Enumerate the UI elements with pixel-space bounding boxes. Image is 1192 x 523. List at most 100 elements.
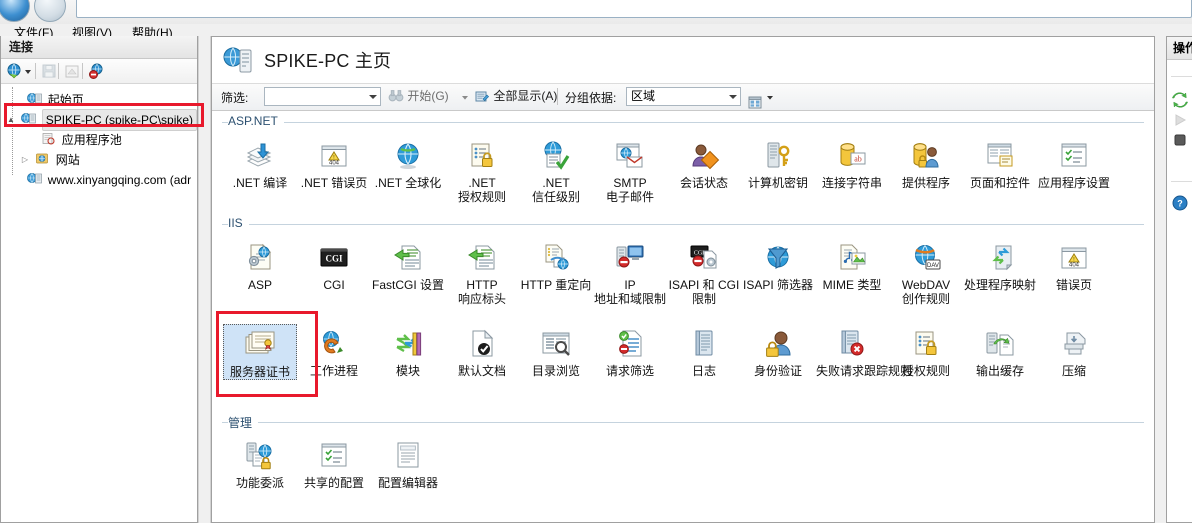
server-certificates-icon (224, 325, 296, 365)
pages-and-controls-icon (964, 136, 1036, 176)
tree-expander-expanded-icon[interactable]: ▲ (5, 110, 17, 130)
feature-providers[interactable]: 提供程序 (890, 136, 962, 190)
feature-http-redirect[interactable]: HTTP 重定向 (520, 238, 592, 292)
ip-address-domain-restrictions-icon (594, 238, 666, 278)
feature-request-filtering[interactable]: 请求筛选 (594, 324, 666, 378)
session-state-icon (668, 136, 740, 176)
address-bar[interactable] (76, 0, 1192, 18)
feature-label: 错误页 (1055, 278, 1092, 292)
disconnect-icon[interactable] (88, 62, 106, 80)
machine-key-icon (742, 136, 814, 176)
view-mode-button[interactable] (747, 87, 774, 109)
view-mode-caret-icon[interactable] (766, 87, 774, 112)
filter-dropdown-caret-icon[interactable] (369, 95, 377, 99)
feature-label: 失败请求跟踪规则 (816, 364, 913, 378)
action-start[interactable] (1167, 111, 1192, 131)
feature-label: .NET 全球化 (374, 176, 442, 190)
feature-machine-key[interactable]: 计算机密钥 (742, 136, 814, 190)
connect-globe-icon[interactable] (6, 62, 24, 80)
feature-configuration-editor[interactable]: 配置编辑器 (372, 436, 444, 490)
connections-tree[interactable]: 起始页 ▲ SPIKE-PC (spike-PC\spike) 应用程序池 ▷ … (1, 83, 197, 522)
feature-failed-request-tracing-rules[interactable]: 失败请求跟踪规则 (816, 324, 913, 378)
feature-handler-mappings[interactable]: 处理程序映射 (964, 238, 1036, 292)
feature-webdav-authoring-rules[interactable]: DAV WebDAV 创作规则 (890, 238, 962, 306)
tree-expander-collapsed-icon[interactable]: ▷ (19, 150, 31, 170)
action-stop[interactable] (1167, 131, 1192, 151)
feature-label: HTTP 响应标头 (457, 278, 506, 306)
request-filtering-icon (594, 324, 666, 364)
feature-smtp-email[interactable]: SMTP 电子邮件 (594, 136, 666, 204)
feature-http-response-headers[interactable]: HTTP 响应标头 (446, 238, 518, 306)
feature-label: 配置编辑器 (377, 476, 438, 490)
save-connections-icon[interactable] (40, 62, 58, 80)
tree-item-sites[interactable]: ▷ 网站 (5, 149, 197, 169)
feature-ip-address-domain-restrictions[interactable]: IP 地址和域限制 (594, 238, 666, 306)
feature-net-trust-levels[interactable]: .NET 信任级别 (520, 136, 592, 204)
binoculars-icon (388, 88, 404, 110)
feature-shared-configuration[interactable]: 共享的配置 (298, 436, 370, 490)
tree-item-site-xinyangqing[interactable]: www.xinyangqing.com (adr (5, 169, 197, 189)
feature-isapi-filters[interactable]: ISAPI 筛选器 (742, 238, 814, 292)
svg-text:404: 404 (329, 161, 340, 167)
feature-asp[interactable]: ASP (224, 238, 296, 292)
feature-label: 连接字符串 (821, 176, 882, 190)
tree-item-server[interactable]: ▲ SPIKE-PC (spike-PC\spike) (5, 109, 197, 131)
filter-input[interactable] (264, 87, 381, 106)
action-refresh[interactable] (1167, 91, 1192, 111)
tree-item-start-page[interactable]: 起始页 (5, 89, 197, 109)
feature-modules[interactable]: 模块 (372, 324, 444, 378)
connect-dropdown-caret-icon[interactable] (23, 62, 32, 80)
feature-compression[interactable]: 压缩 (1038, 324, 1110, 378)
feature-net-globalization[interactable]: .NET 全球化 (372, 136, 444, 190)
feature-label: ASP (247, 278, 272, 292)
configuration-editor-icon (372, 436, 444, 476)
feature-net-error-pages[interactable]: ! 404 .NET 错误页 (298, 136, 370, 190)
directory-browsing-icon (520, 324, 592, 364)
feature-feature-delegation[interactable]: 功能委派 (224, 436, 296, 490)
feature-fastcgi-settings[interactable]: FastCGI 设置 (372, 238, 444, 292)
tree-item-app-pools[interactable]: 应用程序池 (5, 129, 197, 149)
feature-label: 处理程序映射 (964, 278, 1037, 292)
feature-authorization-rules[interactable]: 授权规则 (890, 324, 962, 378)
feature-worker-processes[interactable]: 工作进程 (298, 324, 370, 378)
open-folder-icon[interactable] (63, 62, 81, 80)
chevron-down-icon[interactable] (729, 95, 737, 99)
feature-output-caching[interactable]: 输出缓存 (964, 324, 1036, 378)
go-button[interactable]: 开始(G) (388, 87, 449, 106)
feature-session-state[interactable]: 会话状态 (668, 136, 740, 190)
modules-icon (372, 324, 444, 364)
forward-button[interactable] (34, 0, 66, 22)
feature-connection-strings[interactable]: ab 连接字符串 (816, 136, 888, 190)
feature-net-authorization-rules[interactable]: .NET 授权规则 (446, 136, 518, 204)
feature-group-management: 管理 功能委派 共享的配置 配置编辑器 (222, 414, 1144, 506)
feature-label: 计算机密钥 (747, 176, 808, 190)
show-all-button[interactable]: 全部显示(A) (474, 87, 557, 106)
feature-logging[interactable]: 日志 (668, 324, 740, 378)
feature-pages-and-controls[interactable]: 页面和控件 (964, 136, 1036, 190)
feature-error-pages[interactable]: ! 404 错误页 (1038, 238, 1110, 292)
feature-application-settings[interactable]: 应用程序设置 (1038, 136, 1110, 190)
feature-isapi-cgi-restrictions[interactable]: CGI ISAPI 和 CGI 限制 (668, 238, 740, 306)
feature-grid-aspnet: .NET 编译 ! 404 .NET 错误页 .NET 全球化 .NET 授权规… (222, 130, 1144, 208)
feature-delegation-icon (224, 436, 296, 476)
feature-directory-browsing[interactable]: 目录浏览 (520, 324, 592, 378)
feature-mime-types[interactable]: MIME 类型 (816, 238, 888, 292)
feature-label: 应用程序设置 (1038, 176, 1111, 190)
feature-default-document[interactable]: 默认文档 (446, 324, 518, 378)
feature-label: MIME 类型 (822, 278, 882, 292)
back-button[interactable] (0, 0, 30, 22)
svg-text:DAV: DAV (927, 263, 939, 269)
feature-net-compilation[interactable]: .NET 编译 (224, 136, 296, 190)
group-by-select[interactable]: 区域 (626, 87, 741, 106)
features-scroll-pane[interactable]: ASP.NET .NET 编译 ! 404 .NET 错误页 .NET 全球化 … (212, 110, 1154, 522)
feature-label: 目录浏览 (531, 364, 580, 378)
feature-authentication[interactable]: 身份验证 (742, 324, 814, 378)
shared-configuration-icon (298, 436, 370, 476)
feature-server-certificates[interactable]: 服务器证书 (223, 324, 297, 380)
start-icon (1171, 111, 1189, 132)
feature-cgi[interactable]: CGI CGI (298, 238, 370, 292)
action-help[interactable]: ? (1167, 194, 1192, 214)
go-dropdown-caret-icon[interactable] (460, 87, 470, 106)
webdav-authoring-rules-icon: DAV (890, 238, 962, 278)
panel-splitter-scrollbar[interactable] (198, 36, 211, 523)
